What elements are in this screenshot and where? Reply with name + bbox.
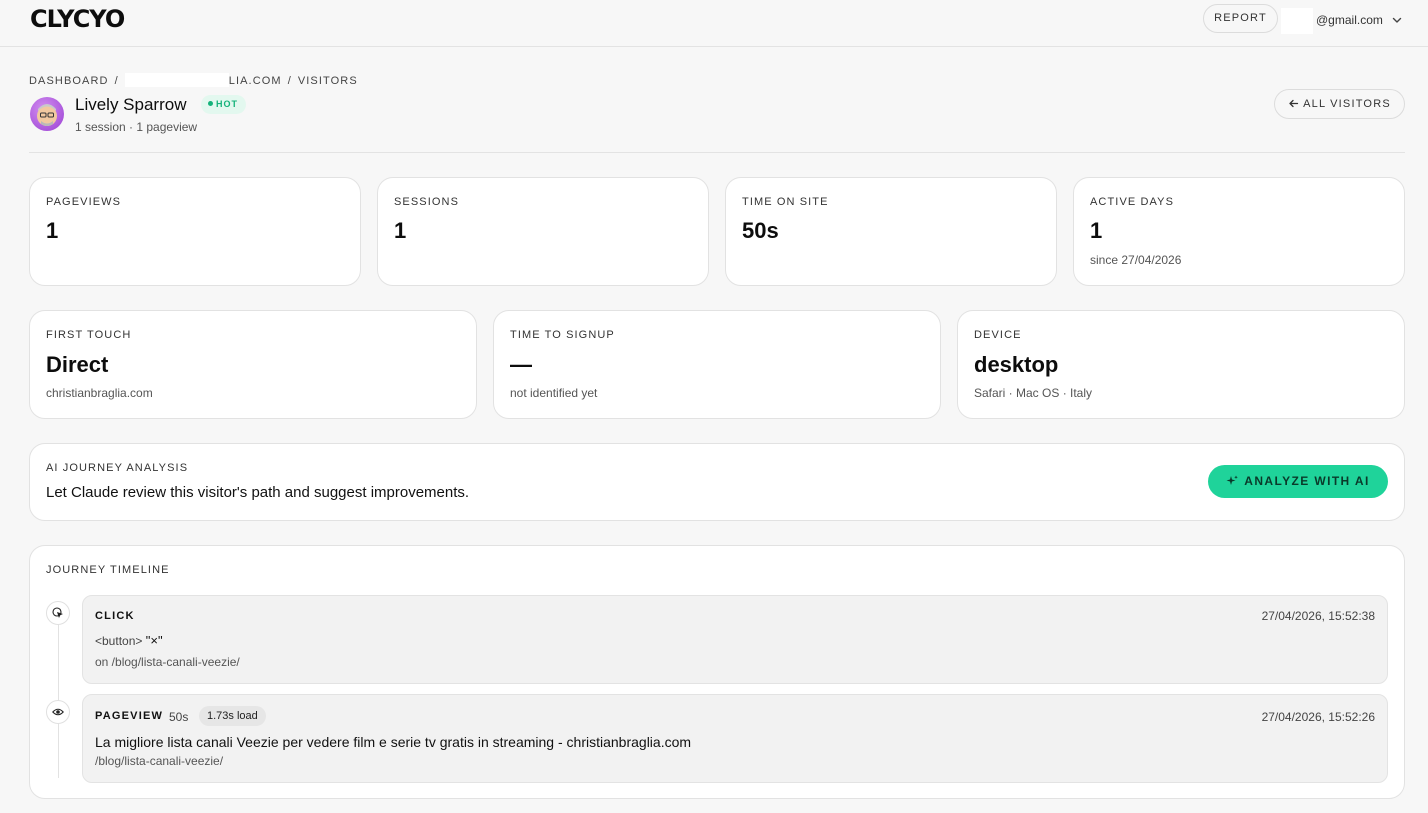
stat-card-active-days: ACTIVE DAYS 1 since 27/04/2026 <box>1073 177 1405 286</box>
arrow-left-icon <box>1289 99 1299 108</box>
event-element-tag: <button> <box>95 634 143 648</box>
timeline-node-pageview <box>46 700 70 724</box>
divider <box>29 152 1405 153</box>
journey-timeline-card: JOURNEY TIMELINE CLICK 27/04/2026, 15:52… <box>29 545 1405 799</box>
account-avatar-redacted <box>1281 8 1313 34</box>
stat-card-pageviews: PAGEVIEWS 1 <box>29 177 361 286</box>
load-time-badge: 1.73s load <box>199 706 266 726</box>
account-email[interactable]: @gmail.com <box>1316 13 1383 27</box>
timeline-event-pageview[interactable]: PAGEVIEW 50s 1.73s load 27/04/2026, 15:5… <box>82 694 1388 783</box>
detail-label: FIRST TOUCH <box>46 329 132 341</box>
breadcrumb-site-redacted <box>124 73 229 87</box>
detail-sub: not identified yet <box>510 386 598 400</box>
stat-label: SESSIONS <box>394 196 460 208</box>
event-path: /blog/lista-canali-veezie/ <box>95 754 224 768</box>
visitor-name: Lively Sparrow <box>75 95 187 114</box>
stat-label: TIME ON SITE <box>742 196 829 208</box>
avatar-face-icon <box>37 104 57 126</box>
detail-card-time-to-signup: TIME TO SIGNUP — not identified yet <box>493 310 941 419</box>
ai-analysis-card: AI JOURNEY ANALYSIS Let Claude review th… <box>29 443 1405 521</box>
stat-value: 1 <box>394 218 407 243</box>
stat-label: ACTIVE DAYS <box>1090 196 1175 208</box>
breadcrumb: DASHBOARD / LIA.COM / VISITORS <box>29 73 358 87</box>
status-badge: HOT <box>201 95 246 114</box>
analyze-with-ai-label: ANALYZE WITH AI <box>1244 474 1370 488</box>
visitor-meta: 1 session · 1 pageview <box>75 120 198 134</box>
event-timestamp: 27/04/2026, 15:52:26 <box>1261 710 1375 724</box>
breadcrumb-separator: / <box>287 75 292 87</box>
status-dot-icon <box>208 101 213 106</box>
timeline-event-click[interactable]: CLICK 27/04/2026, 15:52:38 <button> "×" … <box>82 595 1388 684</box>
detail-value: Direct <box>46 352 109 377</box>
avatar <box>30 97 64 131</box>
event-element-text: "×" <box>145 633 163 648</box>
timeline-label: JOURNEY TIMELINE <box>46 564 170 576</box>
detail-sub: christianbraglia.com <box>46 386 153 400</box>
stat-card-time-on-site: TIME ON SITE 50s <box>725 177 1057 286</box>
event-timestamp: 27/04/2026, 15:52:38 <box>1261 609 1375 623</box>
all-visitors-label: ALL VISITORS <box>1303 98 1391 110</box>
ai-analysis-label: AI JOURNEY ANALYSIS <box>46 462 189 474</box>
detail-label: DEVICE <box>974 329 1022 341</box>
detail-card-device: DEVICE desktop Safari · Mac OS · Italy <box>957 310 1405 419</box>
eye-icon <box>52 708 64 716</box>
stat-sub: since 27/04/2026 <box>1090 253 1182 267</box>
event-type: PAGEVIEW <box>95 710 164 722</box>
event-page-title[interactable]: La migliore lista canali Veezie per vede… <box>95 734 691 750</box>
chevron-down-icon[interactable] <box>1391 14 1403 26</box>
event-element: <button> "×" <box>95 633 163 648</box>
event-type: CLICK <box>95 610 135 622</box>
timeline-line <box>58 612 59 778</box>
timeline-node-click <box>46 601 70 625</box>
ai-analysis-text: Let Claude review this visitor's path an… <box>46 484 470 501</box>
detail-value: desktop <box>974 352 1059 377</box>
cursor-click-icon <box>52 607 63 618</box>
stat-label: PAGEVIEWS <box>46 196 122 208</box>
event-path: on /blog/lista-canali-veezie/ <box>95 655 240 669</box>
logo[interactable]: CLYCYO <box>30 5 125 33</box>
breadcrumb-dashboard[interactable]: DASHBOARD <box>29 75 109 87</box>
analyze-with-ai-button[interactable]: ANALYZE WITH AI <box>1208 465 1388 498</box>
breadcrumb-visitors[interactable]: VISITORS <box>298 75 358 87</box>
top-bar: CLYCYO REPORT @gmail.com <box>0 0 1428 47</box>
breadcrumb-site[interactable]: LIA.COM <box>229 75 282 87</box>
detail-card-first-touch: FIRST TOUCH Direct christianbraglia.com <box>29 310 477 419</box>
stat-card-sessions: SESSIONS 1 <box>377 177 709 286</box>
sparkle-icon <box>1226 475 1239 485</box>
stat-value: 50s <box>742 218 779 243</box>
stat-value: 1 <box>46 218 59 243</box>
detail-label: TIME TO SIGNUP <box>510 329 615 341</box>
all-visitors-button[interactable]: ALL VISITORS <box>1274 89 1405 119</box>
detail-sub: Safari · Mac OS · Italy <box>974 386 1093 400</box>
status-badge-label: HOT <box>216 99 238 109</box>
report-button[interactable]: REPORT <box>1203 4 1278 33</box>
event-duration: 50s <box>169 710 189 724</box>
breadcrumb-separator: / <box>114 75 119 87</box>
stat-value: 1 <box>1090 218 1103 243</box>
detail-value: — <box>510 352 532 377</box>
